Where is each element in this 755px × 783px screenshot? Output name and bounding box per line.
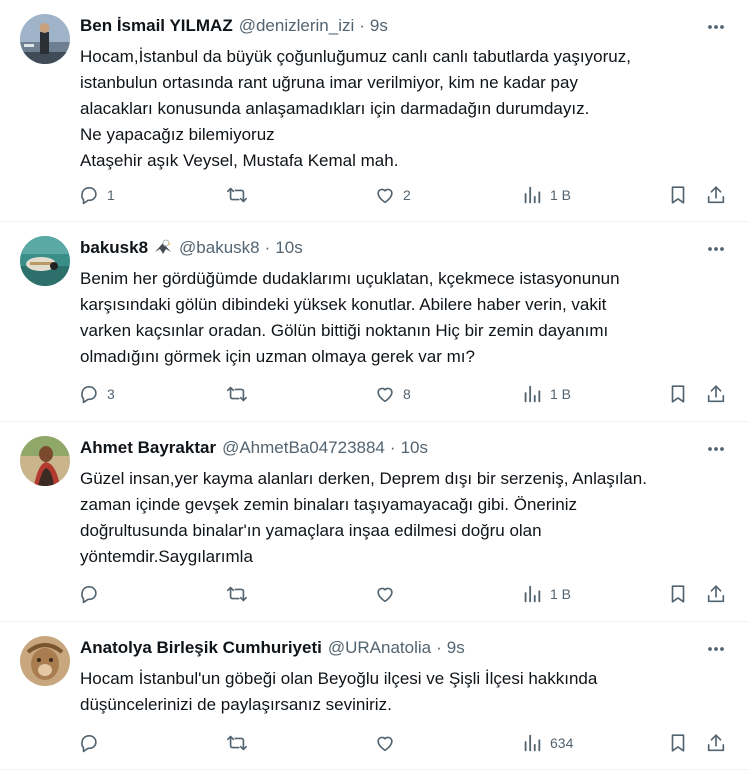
views-button[interactable]: 634 [521,731,573,755]
tweet-text: Benim her gördüğümde dudaklarımı uçuklat… [80,269,620,366]
bookmark-icon [671,186,685,204]
views-bar-chart-icon [524,585,541,603]
bookmark-icon [671,585,685,603]
handle[interactable]: @AhmetBa04723884 [222,438,385,458]
share-button[interactable] [705,731,727,755]
like-button[interactable]: 8 [374,382,411,406]
bookmark-button[interactable] [667,183,689,207]
more-dots-icon[interactable] [705,238,727,260]
timestamp[interactable]: 9s [447,638,465,658]
separator-dot: · [436,638,442,657]
views-bar-chart-icon [524,186,541,204]
display-name[interactable]: Ben İsmail YILMAZ [80,16,233,36]
tweet[interactable]: Ben İsmail YILMAZ @denizlerin_izi · 9s H… [0,0,749,222]
tweet-text: Hocam İstanbul'un göbeği olan Beyoğlu il… [80,669,598,714]
display-name[interactable]: Ahmet Bayraktar [80,438,216,458]
retweet-button[interactable] [226,382,255,406]
bookmark-button[interactable] [667,582,689,606]
tweet[interactable]: bakusk8 @bakusk8 · 10s Benim her gördüğü… [0,222,749,422]
heart-icon [377,387,393,403]
bookmark-icon [671,734,685,752]
separator-dot: · [264,238,271,257]
reply-button[interactable]: 3 [78,382,115,406]
heart-icon [377,188,393,204]
display-name[interactable]: bakusk8 [80,238,148,258]
handle[interactable]: @denizlerin_izi [239,16,355,36]
avatar[interactable] [20,236,70,286]
tweet-text: Hocam,İstanbul da büyük çoğunluğumuz can… [80,47,631,170]
tweet[interactable]: Ahmet Bayraktar @AhmetBa04723884 · 10s G… [0,422,749,622]
views-count: 1 B [550,386,572,402]
retweet-button[interactable] [226,731,255,755]
share-upload-icon [707,734,725,752]
share-upload-icon [707,385,725,403]
reply-bubble-icon [81,187,97,205]
bookmark-button[interactable] [667,731,689,755]
share-button[interactable] [705,582,727,606]
reply-bubble-icon [81,386,97,404]
like-button[interactable] [374,582,403,606]
retweet-arrows-icon [227,386,247,402]
share-button[interactable] [705,382,727,406]
share-button[interactable] [705,183,727,207]
views-count: 1 B [550,586,572,602]
views-bar-chart-icon [524,385,541,403]
timestamp[interactable]: 9s [370,16,388,36]
tweet[interactable]: Anatolya Birleşik Cumhuriyeti @URAnatoli… [0,622,749,770]
more-dots-icon[interactable] [705,638,727,660]
views-button[interactable]: 1 B [521,183,571,207]
avatar[interactable] [20,436,70,486]
reply-count: 1 [107,187,115,203]
avatar[interactable] [20,636,70,686]
views-button[interactable]: 1 B [521,582,571,606]
like-count: 8 [403,386,411,402]
like-count: 2 [403,187,411,203]
reply-button[interactable] [78,582,107,606]
share-upload-icon [707,585,725,603]
like-button[interactable] [374,731,403,755]
reply-bubble-icon [81,586,97,604]
timestamp[interactable]: 10s [275,238,302,258]
handle[interactable]: @bakusk8 [179,238,260,258]
retweet-arrows-icon [227,735,247,751]
more-dots-icon[interactable] [705,16,727,38]
like-button[interactable]: 2 [374,183,411,207]
views-count: 634 [550,735,574,751]
separator-dot: · [389,438,396,457]
retweet-button[interactable] [226,183,255,207]
views-bar-chart-icon [524,734,541,752]
display-name[interactable]: Anatolya Birleşik Cumhuriyeti [80,638,322,658]
eagle-emoji-icon [153,238,173,258]
heart-icon [377,587,393,603]
reply-button[interactable] [78,731,107,755]
retweet-button[interactable] [226,582,255,606]
separator-dot: · [359,16,365,35]
share-upload-icon [707,186,725,204]
handle[interactable]: @URAnatolia [328,638,431,658]
reply-count: 3 [107,386,115,402]
bookmark-icon [671,385,685,403]
retweet-arrows-icon [227,187,247,203]
timestamp[interactable]: 10s [401,438,428,458]
views-count: 1 B [550,187,572,203]
avatar[interactable] [20,14,70,64]
reply-bubble-icon [81,735,97,753]
views-button[interactable]: 1 B [521,382,571,406]
more-dots-icon[interactable] [705,438,727,460]
tweet-text: Güzel insan,yer kayma alanları derken, D… [80,469,647,566]
retweet-arrows-icon [227,586,247,602]
heart-icon [377,736,393,752]
bookmark-button[interactable] [667,382,689,406]
reply-button[interactable]: 1 [78,183,115,207]
